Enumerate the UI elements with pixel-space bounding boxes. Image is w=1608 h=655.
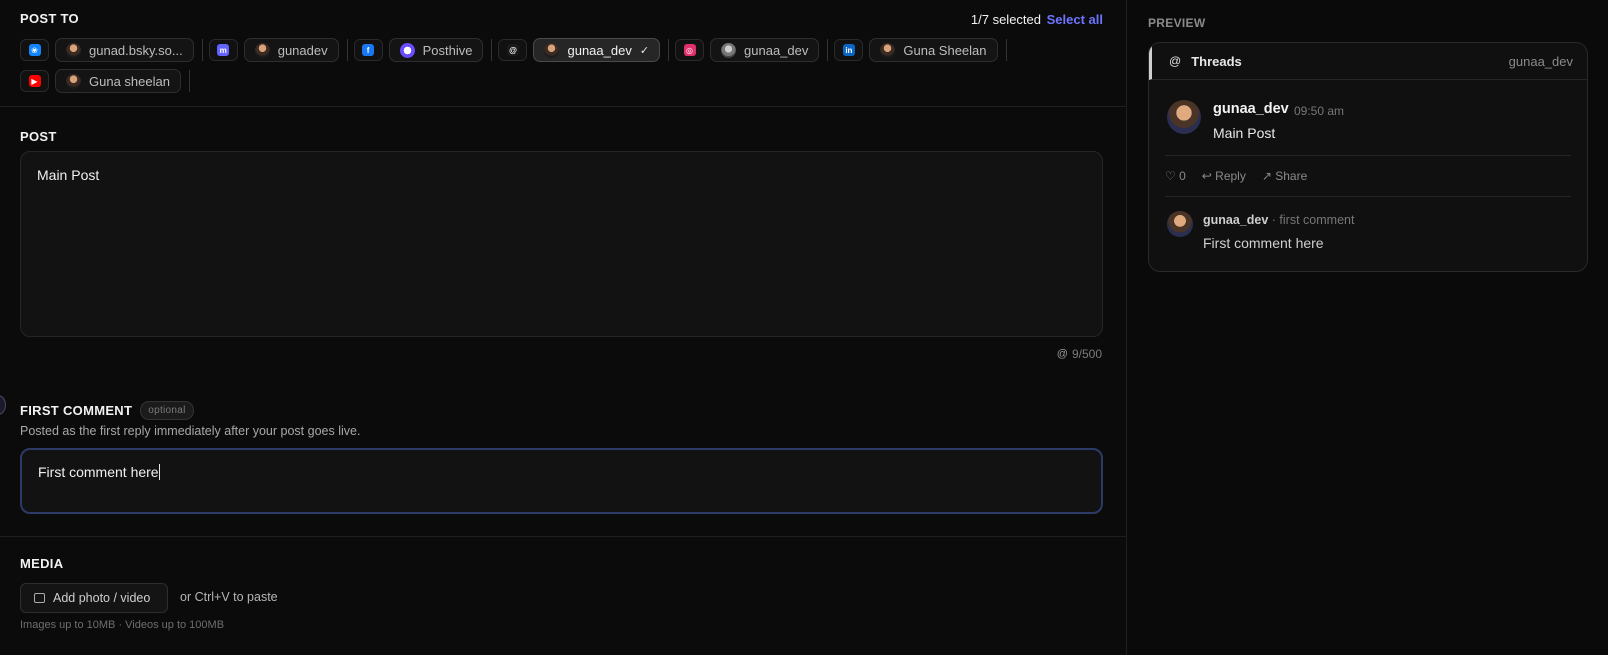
preview-post-time: 09:50 am: [1294, 104, 1345, 118]
preview-post-name: gunaa_dev: [1213, 101, 1289, 117]
divider: [1165, 155, 1571, 156]
account-chip[interactable]: gunadev: [243, 38, 339, 62]
platform-toggle[interactable]: @: [498, 39, 528, 61]
post-text: Main Post: [37, 167, 100, 183]
counter-value: 9/500: [1071, 347, 1102, 361]
preview-comment-tag: · first comment: [1271, 213, 1355, 227]
media-limits: Images up to 10MB · Videos up to 100MB: [20, 619, 225, 631]
threads-icon: @: [1056, 348, 1068, 360]
threads-icon: @: [506, 44, 519, 56]
preview-platform: Threads: [1191, 53, 1242, 69]
platform-toggle[interactable]: ◎: [675, 39, 705, 61]
account-chip-label: gunaa_dev: [744, 42, 809, 58]
preview-actions: ♡ 0 ↩ Reply ↗ Share: [1165, 169, 1323, 183]
post-to-header: POST TO 1/7 selected Select all: [20, 11, 1103, 27]
account-chip-label: gunadev: [277, 42, 328, 58]
chip-separator: [491, 39, 493, 61]
platform-toggle[interactable]: in: [834, 39, 864, 61]
chip-separator: [201, 39, 203, 61]
add-media-button[interactable]: Add photo / video: [20, 583, 168, 613]
account-chip-label: Guna sheelan: [89, 73, 170, 89]
first-comment-header: FIRST COMMENT optional: [20, 401, 194, 420]
preview-card: @ Threads gunaa_dev gunaa_dev 09:50 am M…: [1148, 42, 1588, 272]
like-count: ♡ 0: [1165, 169, 1186, 183]
account-chip-label: gunaa_dev: [567, 42, 632, 58]
preview-comment-text: First comment here: [1203, 235, 1324, 251]
text-caret: [158, 464, 160, 480]
avatar: [66, 73, 81, 89]
share-action: ↗ Share: [1261, 169, 1308, 183]
youtube-icon: ▶: [28, 75, 41, 87]
optional-badge: optional: [140, 401, 194, 420]
account-chip[interactable]: gunaa_dev: [710, 38, 820, 62]
platform-toggle[interactable]: m: [208, 39, 238, 61]
avatar: [1167, 100, 1201, 134]
reply-action: ↩ Reply: [1201, 169, 1246, 183]
divider: [0, 106, 1127, 107]
drag-handle[interactable]: [0, 395, 6, 415]
preview-comment-name: gunaa_dev: [1203, 213, 1269, 227]
account-chip-label: Guna Sheelan: [903, 42, 987, 58]
first-comment-label: FIRST COMMENT: [20, 403, 133, 418]
chip-separator: [1005, 39, 1007, 61]
account-chip[interactable]: Guna Sheelan: [869, 38, 998, 62]
first-comment-description: Posted as the first reply immediately af…: [20, 424, 361, 438]
account-chip[interactable]: Guna sheelan: [55, 69, 181, 93]
account-chip-label: Posthive: [422, 42, 473, 58]
chip-separator: [668, 39, 670, 61]
avatar: [1167, 211, 1193, 237]
bluesky-icon: ❀: [28, 44, 41, 56]
chip-separator: [827, 39, 829, 61]
divider: [1165, 196, 1571, 197]
preview-card-header: @ Threads gunaa_dev: [1149, 43, 1587, 80]
avatar: [254, 42, 270, 58]
account-chip[interactable]: Posthive: [388, 38, 484, 62]
divider: [0, 536, 1127, 537]
account-chip[interactable]: gunaa_dev ✓: [533, 38, 661, 62]
mastodon-icon: m: [217, 44, 230, 56]
facebook-icon: f: [362, 44, 375, 56]
threads-icon: @: [1169, 54, 1182, 68]
check-icon: ✓: [639, 44, 650, 57]
composer-panel: POST TO 1/7 selected Select all ❀ gunad.b…: [0, 0, 1127, 655]
avatar: [880, 42, 896, 58]
first-comment-textarea[interactable]: First comment here: [20, 448, 1103, 514]
select-all-button[interactable]: Select all: [1047, 12, 1103, 27]
preview-comment-meta: gunaa_dev · first comment: [1203, 213, 1354, 227]
image-icon: [34, 593, 45, 603]
post-label: POST: [20, 129, 57, 144]
preview-handle: gunaa_dev: [1508, 54, 1573, 69]
account-chip-label: gunad.bsky.so...: [89, 42, 183, 58]
chip-separator: [188, 70, 190, 92]
avatar: [399, 42, 415, 58]
instagram-icon: ◎: [683, 44, 696, 56]
avatar: [544, 42, 560, 58]
platform-toggle[interactable]: ▶: [20, 70, 49, 92]
media-label: MEDIA: [20, 556, 64, 571]
add-media-label: Add photo / video: [53, 591, 151, 605]
post-textarea[interactable]: Main Post: [20, 151, 1103, 337]
account-chips-row-1: ❀ gunad.bsky.so... m gunadev f Posthive @ gunaa…: [20, 38, 1013, 62]
preview-label: PREVIEW: [1148, 16, 1206, 30]
platform-toggle[interactable]: f: [353, 39, 383, 61]
avatar: [66, 42, 81, 58]
avatar: [721, 42, 737, 58]
selected-count: 1/7 selected: [970, 12, 1041, 27]
post-to-label: POST TO: [20, 11, 79, 26]
linkedin-icon: in: [842, 44, 855, 56]
platform-toggle[interactable]: ❀: [20, 39, 49, 61]
account-chip[interactable]: gunad.bsky.so...: [55, 38, 194, 62]
character-counter: @ 9/500: [1057, 347, 1102, 361]
paste-hint: or Ctrl+V to paste: [180, 590, 278, 604]
preview-panel: PREVIEW @ Threads gunaa_dev gunaa_dev 09…: [1128, 0, 1608, 655]
chip-separator: [346, 39, 348, 61]
preview-post-text: Main Post: [1213, 125, 1276, 141]
first-comment-text: First comment here: [38, 464, 159, 480]
account-chips-row-2: ▶ Guna sheelan: [20, 69, 196, 93]
